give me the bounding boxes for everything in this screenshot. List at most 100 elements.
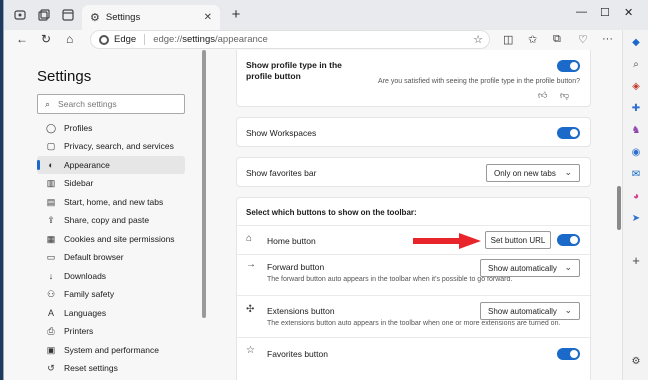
- favorites-bar-value: Only on new tabs: [494, 168, 556, 178]
- divider: [237, 225, 592, 226]
- edge-sidebar-rail: ◆ ⌕ ◈ ✚ ♞ ◉ ✉ ◕ ➤ + ⚙: [622, 30, 648, 380]
- forward-button-desc: The forward button auto appears in the t…: [267, 276, 513, 283]
- sidebar-item-printers[interactable]: ⎙ Printers: [37, 322, 185, 340]
- drop-icon[interactable]: ➤: [628, 210, 644, 226]
- outlook-icon[interactable]: ✉: [628, 166, 644, 182]
- navigation-toolbar: ← ↻ ⌂ Edge edge://settings/appearance ☆ …: [4, 30, 648, 50]
- sidebar-item-label: Printers: [64, 326, 94, 336]
- sidebar-scrollbar-thumb[interactable]: [202, 50, 206, 318]
- search-input[interactable]: ⌕ Search settings: [37, 94, 185, 114]
- edge-logo-icon: [99, 34, 109, 45]
- extensions-icon[interactable]: ♡: [578, 33, 588, 46]
- sidebar-item-label: Default browser: [64, 252, 124, 262]
- home-tabs-icon: ▤: [46, 196, 56, 207]
- divider: [237, 254, 592, 255]
- sidebar-scrollbar[interactable]: [201, 50, 207, 318]
- split-screen-icon[interactable]: ◫: [503, 33, 513, 46]
- lock-icon: ▢: [46, 140, 56, 151]
- url-rest: /appearance: [215, 34, 268, 45]
- search-icon[interactable]: ⌕: [628, 56, 644, 72]
- content-scrollbar-thumb[interactable]: [617, 186, 621, 230]
- add-icon[interactable]: +: [628, 252, 644, 268]
- page-title: Settings: [37, 68, 92, 85]
- extensions-button-label: Extensions button: [267, 306, 335, 316]
- thumbs-down-icon[interactable]: 👎︎: [560, 90, 569, 101]
- feedback-question: Are you satisfied with seeing the profil…: [378, 78, 580, 85]
- close-window-button[interactable]: ✕: [624, 6, 633, 19]
- gear-icon[interactable]: ⚙: [628, 353, 644, 369]
- microsoft365-icon[interactable]: ◉: [628, 144, 644, 160]
- tab-settings[interactable]: ⚙ Settings ✕: [82, 5, 220, 30]
- favorites-icon[interactable]: ✩: [528, 33, 537, 46]
- sidebar-item-sidebar[interactable]: ▥ Sidebar: [37, 174, 185, 192]
- chevron-down-icon: ⌄: [564, 262, 572, 272]
- thumbs-up-icon[interactable]: 👍︎: [538, 90, 547, 101]
- sidebar-item-downloads[interactable]: ↓ Downloads: [37, 267, 185, 285]
- shopping-icon[interactable]: ◈: [628, 78, 644, 94]
- extensions-button-value: Show automatically: [488, 306, 557, 316]
- gear-icon: ⚙: [90, 12, 100, 24]
- sidebar-item-system[interactable]: ▣ System and performance: [37, 341, 185, 359]
- search-placeholder: Search settings: [58, 99, 117, 109]
- home-button-toggle[interactable]: [557, 234, 580, 246]
- workspaces-icon[interactable]: [36, 7, 52, 23]
- maximize-button[interactable]: ☐: [600, 6, 610, 19]
- sidebar-item-reset[interactable]: ↺ Reset settings: [37, 359, 185, 377]
- sidebar-item-privacy[interactable]: ▢ Privacy, search, and services: [37, 137, 185, 155]
- sidebar-item-label: Share, copy and paste: [64, 215, 150, 225]
- profile-type-card: Show profile type in the profile button …: [236, 50, 591, 107]
- back-icon[interactable]: ←: [16, 32, 28, 46]
- set-button-url-button[interactable]: Set button URL: [485, 231, 551, 249]
- favorite-star-icon[interactable]: ☆: [473, 33, 483, 46]
- tools-icon[interactable]: ✚: [628, 100, 644, 116]
- tab-title: Settings: [105, 12, 141, 23]
- address-separator: [144, 34, 146, 45]
- system-icon: ▣: [46, 344, 56, 355]
- extensions-button-select[interactable]: Show automatically ⌄: [480, 302, 580, 320]
- search-icon: ⌕: [45, 98, 51, 109]
- tab-strip: ⚙ Settings ✕ + — ☐ ✕: [4, 0, 648, 30]
- favorites-button-toggle[interactable]: [557, 348, 580, 360]
- refresh-icon[interactable]: ↻: [41, 32, 51, 46]
- share-icon: ⇪: [47, 214, 55, 225]
- settings-sidebar: Settings ⌕ Search settings ◯ Profiles ▢ Pr…: [4, 56, 201, 380]
- sidebar-item-label: Appearance: [64, 160, 110, 170]
- collections-icon[interactable]: ⧉: [553, 33, 561, 46]
- profile-icon[interactable]: [12, 7, 28, 23]
- home-icon[interactable]: ⌂: [66, 32, 73, 46]
- toolbar-buttons-card: Select which buttons to show on the tool…: [236, 197, 592, 380]
- sidebar-item-start-home[interactable]: ▤ Start, home, and new tabs: [37, 193, 185, 211]
- sidebar-item-languages[interactable]: A Languages: [37, 304, 185, 322]
- copilot-icon[interactable]: ◆: [628, 34, 644, 50]
- home-icon: ⌂: [246, 233, 253, 244]
- sidebar-item-label: Profiles: [64, 123, 93, 133]
- tab-actions-icon[interactable]: [60, 7, 76, 23]
- profile-type-toggle[interactable]: [557, 60, 580, 72]
- sidebar-item-label: Privacy, search, and services: [64, 141, 174, 151]
- more-options-icon[interactable]: ···: [602, 33, 613, 45]
- designer-icon[interactable]: ◕: [628, 188, 644, 204]
- favorites-bar-select[interactable]: Only on new tabs ⌄: [486, 164, 580, 182]
- sidebar-item-cookies[interactable]: ▦ Cookies and site permissions: [37, 230, 185, 248]
- sidebar-item-appearance[interactable]: ◐ Appearance: [37, 156, 185, 174]
- games-icon[interactable]: ♞: [628, 122, 644, 138]
- sidebar-item-default-browser[interactable]: ▭ Default browser: [37, 248, 185, 266]
- profile-icon: ◯: [45, 122, 57, 133]
- minimize-button[interactable]: —: [576, 6, 587, 18]
- close-tab-icon[interactable]: ✕: [204, 12, 212, 23]
- sidebar-item-label: Languages: [64, 308, 107, 318]
- workspaces-toggle[interactable]: [557, 127, 580, 139]
- address-bar[interactable]: Edge edge://settings/appearance ☆: [90, 30, 490, 49]
- workspaces-label: Show Workspaces: [246, 128, 317, 138]
- address-url: edge://settings/appearance: [153, 34, 268, 45]
- forward-button-select[interactable]: Show automatically ⌄: [480, 259, 580, 277]
- favorites-bar-label: Show favorites bar: [246, 168, 317, 178]
- sidebar-item-share[interactable]: ⇪ Share, copy and paste: [37, 211, 185, 229]
- sidebar-item-family-safety[interactable]: ⚇ Family safety: [37, 285, 185, 303]
- forward-arrow-icon: →: [246, 259, 256, 270]
- download-icon: ↓: [48, 271, 54, 281]
- sidebar-item-profiles[interactable]: ◯ Profiles: [37, 119, 185, 137]
- favorites-bar-card: Show favorites bar Only on new tabs ⌄: [236, 157, 591, 187]
- new-tab-button[interactable]: +: [228, 6, 244, 23]
- puzzle-icon: ✣: [246, 304, 255, 315]
